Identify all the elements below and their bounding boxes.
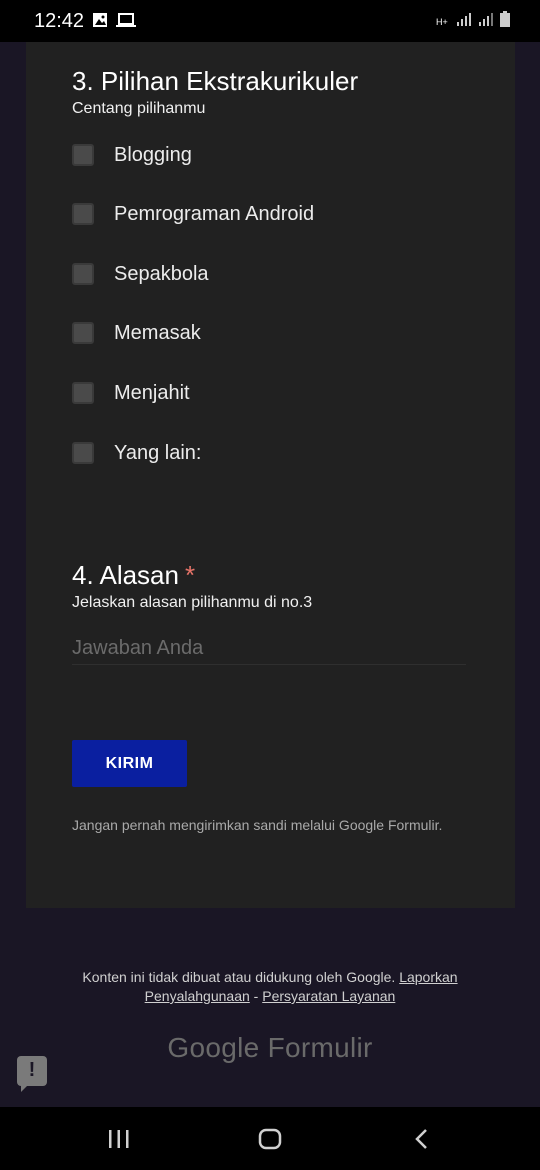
footer-separator: - [253,988,259,1004]
option-label: Blogging [114,143,192,166]
option-label: Memasak [114,321,201,344]
status-time: 12:42 [34,10,85,32]
recent-apps-icon [109,1130,129,1148]
checkbox[interactable] [72,382,94,404]
checkbox-option-pemrograman-android[interactable]: Pemrograman Android [72,199,314,229]
status-right: H+ [436,11,510,27]
question-description: Jelaskan alasan pilihanmu di no.3 [72,594,313,611]
option-label: Menjahit [114,381,190,404]
back-icon [415,1129,427,1149]
google-forms-logo[interactable]: Google Formulir [0,1032,540,1064]
answer-input[interactable] [72,632,466,665]
option-label: Sepakbola [114,262,209,285]
home-icon [258,1128,282,1150]
question-title: 4. Alasan * [72,560,195,591]
checkbox[interactable] [72,442,94,464]
brand-google: Google [167,1032,260,1063]
navigation-bar [0,1107,540,1170]
checkbox[interactable] [72,263,94,285]
report-glyph: ! [28,1059,36,1081]
checkbox-option-other[interactable]: Yang lain: [72,438,201,468]
home-button[interactable] [250,1123,290,1155]
battery-icon [500,11,510,27]
recent-apps-button[interactable] [99,1123,139,1155]
question-description: Centang pilihanmu [72,100,206,117]
footer-text: Konten ini tidak dibuat atau didukung ol… [82,969,396,985]
checkbox[interactable] [72,144,94,166]
checkbox-option-memasak[interactable]: Memasak [72,318,201,348]
image-icon [93,13,107,27]
brand-product: Formulir [267,1032,373,1063]
report-issue-icon[interactable]: ! [17,1056,47,1092]
required-asterisk: * [184,560,196,590]
laptop-icon [116,13,136,27]
network-type: H+ [436,17,448,27]
signal-icon [479,13,493,26]
password-notice: Jangan pernah mengirimkan sandi melalui … [72,817,443,833]
question-title: 3. Pilihan Ekstrakurikuler [72,66,359,96]
checkbox[interactable] [72,203,94,225]
checkbox-option-menjahit[interactable]: Menjahit [72,378,190,408]
question-title-text: 4. Alasan [72,560,179,590]
checkbox-option-sepakbola[interactable]: Sepakbola [72,259,209,289]
terms-of-service-link[interactable]: Persyaratan Layanan [262,988,395,1004]
checkbox[interactable] [72,322,94,344]
checkbox-option-blogging[interactable]: Blogging [72,140,192,170]
footer-disclaimer: Konten ini tidak dibuat atau didukung ol… [40,968,500,1006]
submit-button[interactable]: KIRIM [72,740,187,787]
back-button[interactable] [402,1123,442,1155]
option-label: Yang lain: [114,441,202,464]
option-label: Pemrograman Android [114,202,315,225]
status-bar: 12:42 H+ [0,0,540,42]
signal-icon [457,13,471,26]
